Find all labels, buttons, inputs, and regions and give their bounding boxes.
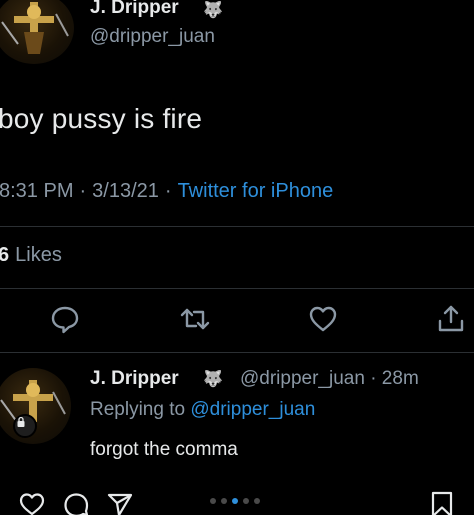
retweet-icon (180, 308, 210, 330)
ig-like-button[interactable] (18, 490, 46, 515)
replying-handle-link[interactable]: @dripper_juan (190, 399, 315, 420)
tweet-source-link[interactable]: Twitter for iPhone (178, 180, 334, 202)
carousel-dot (221, 498, 227, 504)
comment-icon (51, 306, 79, 334)
send-icon (107, 493, 133, 515)
tweet-time: 8:31 PM (0, 180, 74, 202)
share-button[interactable] (434, 302, 468, 336)
divider (0, 288, 474, 289)
carousel-dot (210, 498, 216, 504)
lock-icon (13, 414, 37, 438)
tweet-text: boy pussy is fire (0, 103, 203, 134)
like-button[interactable] (306, 302, 340, 336)
carousel-dot (254, 498, 260, 504)
tweet-meta: 8:31 PM · 3/13/21 · Twitter for iPhone (0, 180, 334, 202)
heart-icon (19, 493, 45, 515)
heart-icon (309, 306, 337, 332)
ig-send-button[interactable] (106, 490, 134, 515)
reply-text: forgot the comma (90, 439, 238, 460)
divider (0, 226, 474, 227)
author-avatar[interactable] (0, 0, 74, 64)
divider (0, 352, 474, 353)
carousel-dot-active (232, 498, 238, 504)
share-icon (438, 305, 464, 332)
replying-prefix: Replying to (90, 399, 186, 420)
reply-handle-time[interactable]: @dripper_juan · 28m (240, 368, 419, 390)
likes-label: Likes (15, 244, 62, 266)
ig-save-button[interactable] (428, 490, 456, 515)
replying-to: Replying to @dripper_juan (90, 399, 315, 421)
likes-count: 6 (0, 244, 10, 266)
likes-stat[interactable]: 6 Likes (0, 244, 62, 267)
retweet-button[interactable] (178, 302, 212, 336)
reply-author-avatar[interactable] (0, 368, 71, 444)
bookmark-icon (431, 491, 453, 515)
author-name[interactable]: J. Dripper (90, 0, 179, 19)
wolf-icon: 🐺 (203, 371, 223, 388)
reply-author-name[interactable]: J. Dripper (90, 368, 179, 390)
author-handle[interactable]: @dripper_juan (90, 26, 215, 48)
carousel-dots (210, 498, 260, 504)
tweet-date: 3/13/21 (92, 180, 159, 202)
carousel-dot (243, 498, 249, 504)
comment-icon (64, 493, 89, 515)
wolf-icon: 🐺 (203, 2, 223, 19)
ig-comment-button[interactable] (62, 490, 90, 515)
reply-button[interactable] (48, 302, 82, 336)
